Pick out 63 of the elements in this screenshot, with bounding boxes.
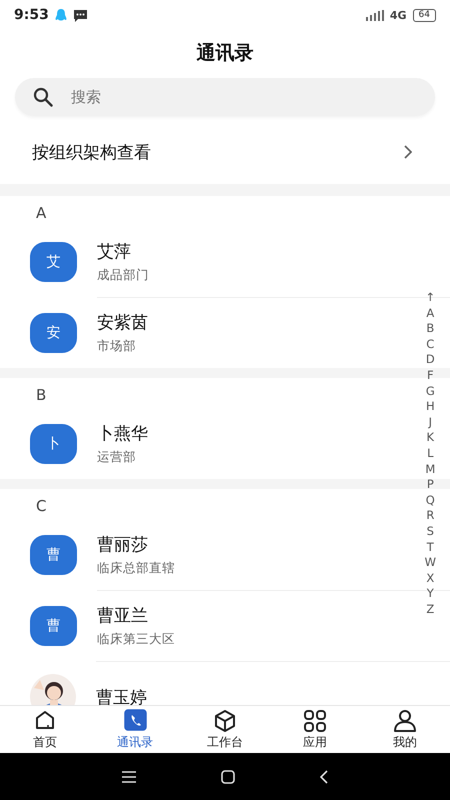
index-letter[interactable]: C: [426, 336, 434, 352]
contact-name[interactable]: 曹亚兰: [97, 604, 148, 627]
index-letter[interactable]: Y: [426, 586, 434, 602]
contact-department: 市场部: [97, 338, 136, 355]
avatar: 曹: [30, 534, 77, 574]
index-letter[interactable]: X: [426, 570, 434, 586]
index-letter[interactable]: W: [424, 555, 436, 571]
index-letter[interactable]: R: [426, 508, 434, 524]
contact-department: 临床第三大区: [97, 631, 175, 648]
index-letter[interactable]: Q: [426, 492, 435, 508]
contact-department: 成品部门: [97, 266, 149, 284]
contact-name[interactable]: 艾萍: [97, 240, 131, 262]
status-time: 9:53: [14, 7, 49, 23]
search-icon: [33, 87, 53, 107]
avatar: 卜: [30, 424, 77, 464]
cube-icon: [213, 708, 237, 732]
index-letter[interactable]: S: [426, 524, 434, 540]
page-title: 通讯录: [196, 41, 254, 66]
tab[interactable]: 工作台: [180, 706, 270, 753]
index-letter[interactable]: P: [426, 477, 434, 493]
index-letter[interactable]: A: [426, 306, 434, 322]
phone-icon: [123, 708, 147, 732]
section-letter: C: [36, 497, 46, 515]
message-icon: [72, 8, 88, 22]
contact-name[interactable]: 曹玉婷: [96, 686, 147, 705]
contact-department: 运营部: [97, 448, 136, 466]
tab[interactable]: 应用: [270, 706, 360, 753]
index-letter[interactable]: G: [426, 384, 435, 400]
search-field[interactable]: 搜索: [15, 78, 435, 116]
back-icon[interactable]: [320, 770, 328, 784]
tab[interactable]: 通讯录: [90, 706, 180, 753]
avatar: 安: [30, 312, 77, 352]
index-letter[interactable]: ↑: [425, 290, 436, 306]
index-letter[interactable]: K: [426, 430, 434, 446]
index-letter[interactable]: Z: [426, 602, 434, 618]
index-letter[interactable]: F: [427, 368, 434, 384]
menu-icon[interactable]: [122, 770, 136, 782]
avatar: 艾: [30, 242, 77, 282]
section-letter: A: [36, 204, 46, 222]
index-letter[interactable]: B: [426, 321, 434, 337]
index-letter[interactable]: M: [425, 462, 436, 478]
battery-level: 64: [412, 8, 436, 22]
index-letter[interactable]: L: [427, 446, 434, 462]
home-button-icon[interactable]: [220, 770, 235, 784]
chevron-right-icon: [404, 145, 412, 159]
index-letter[interactable]: D: [426, 352, 435, 368]
org-structure-link[interactable]: 按组织架构查看: [32, 140, 151, 164]
contact-name[interactable]: 安紫茵: [97, 311, 148, 334]
contact-name[interactable]: 曹丽莎: [97, 532, 148, 556]
index-letter[interactable]: H: [426, 399, 435, 415]
notification-icon: [54, 8, 67, 22]
section-letter: B: [36, 386, 46, 404]
person-icon: [393, 708, 417, 732]
avatar: 曹: [30, 606, 77, 646]
network-type: 4G: [390, 8, 407, 22]
index-letter[interactable]: J: [428, 414, 432, 430]
grid-icon: [303, 708, 327, 732]
tab[interactable]: 我的: [360, 706, 450, 753]
tab[interactable]: 首页: [0, 706, 90, 753]
index-letter[interactable]: T: [426, 540, 434, 556]
contact-department: 临床总部直辖: [97, 560, 175, 576]
signal-icon: [366, 10, 384, 20]
contact-name[interactable]: 卜燕华: [97, 422, 148, 444]
